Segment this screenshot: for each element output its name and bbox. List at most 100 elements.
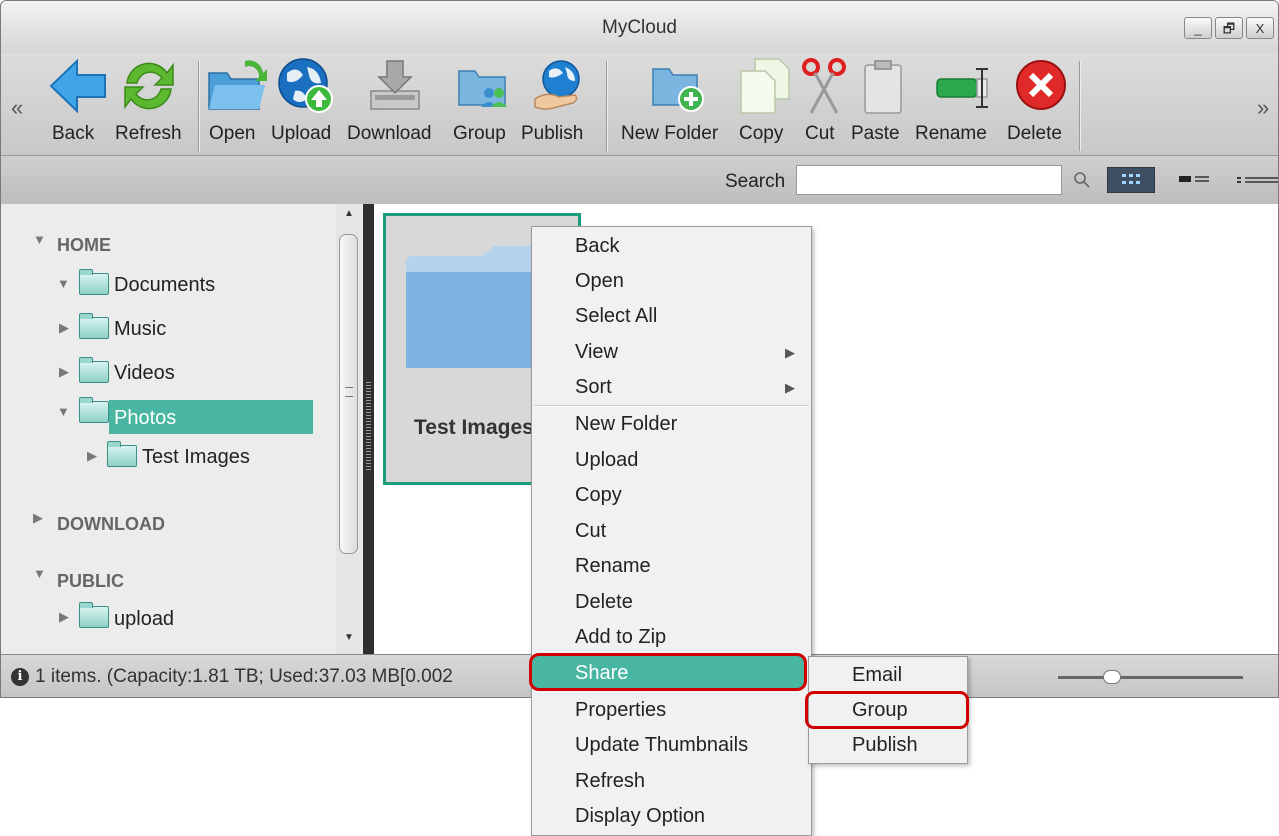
expand-triangle-icon[interactable]: ▶ xyxy=(87,448,97,464)
copy-icon xyxy=(740,58,790,114)
refresh-icon xyxy=(124,62,174,110)
search-bar: Search xyxy=(1,156,1278,205)
menu-item-new-folder[interactable]: New Folder xyxy=(575,413,677,436)
tree-item-music[interactable]: Music xyxy=(114,318,166,341)
expand-triangle-icon[interactable]: ▶ xyxy=(59,320,69,336)
menu-item-upload[interactable]: Upload xyxy=(575,449,638,472)
zoom-slider-track[interactable] xyxy=(1058,676,1243,679)
splitter-grip[interactable] xyxy=(366,382,371,472)
minimize-button[interactable]: _ xyxy=(1184,17,1212,39)
toolbar-separator xyxy=(606,61,607,151)
menu-item-display-option[interactable]: Display Option xyxy=(575,805,705,828)
toolbar: « Back Refresh Open Upload Download Grou… xyxy=(1,53,1278,156)
menu-item-delete[interactable]: Delete xyxy=(575,591,633,614)
expand-triangle-icon[interactable]: ▼ xyxy=(33,566,46,581)
menu-item-back[interactable]: Back xyxy=(575,235,619,258)
detail-view-icon[interactable] xyxy=(1173,167,1217,193)
thumbnail-label: Test Images xyxy=(414,416,534,439)
open-folder-icon xyxy=(208,60,267,110)
window-title: MyCloud xyxy=(602,17,677,38)
rename-icon xyxy=(936,68,988,108)
download-icon xyxy=(370,60,420,110)
paste-icon xyxy=(864,60,902,114)
menu-item-properties[interactable]: Properties xyxy=(575,699,666,722)
back-button[interactable]: Back xyxy=(45,53,115,155)
tree-item-documents[interactable]: Documents xyxy=(114,274,215,297)
search-icon[interactable] xyxy=(1073,171,1091,189)
tree-item-photos[interactable]: Photos xyxy=(114,407,176,430)
info-icon: i xyxy=(11,668,29,686)
tree-item-upload[interactable]: upload xyxy=(114,608,174,631)
folder-icon xyxy=(79,397,109,423)
rename-button[interactable]: Rename xyxy=(913,53,1001,155)
menu-item-view[interactable]: View xyxy=(575,341,618,364)
expand-triangle-icon[interactable]: ▶ xyxy=(59,609,69,625)
menu-item-share[interactable]: Share xyxy=(575,662,628,685)
menu-item-sort[interactable]: Sort xyxy=(575,376,612,399)
download-button[interactable]: Download xyxy=(345,53,447,155)
refresh-button[interactable]: Refresh xyxy=(115,53,189,155)
group-icon xyxy=(458,70,507,107)
toolbar-scroll-right[interactable]: » xyxy=(1257,95,1269,121)
grid-view-icon[interactable] xyxy=(1107,167,1155,193)
menu-item-refresh[interactable]: Refresh xyxy=(575,770,645,793)
delete-icon xyxy=(1016,60,1066,110)
menu-item-update-thumbnails[interactable]: Update Thumbnails xyxy=(575,734,748,757)
expand-triangle-icon[interactable]: ▶ xyxy=(59,364,69,380)
scrollbar-thumb[interactable] xyxy=(339,234,358,554)
submenu-item-email[interactable]: Email xyxy=(852,664,902,687)
publish-button[interactable]: Publish xyxy=(517,53,597,155)
submenu-item-publish[interactable]: Publish xyxy=(852,734,918,757)
paste-button[interactable]: Paste xyxy=(849,53,913,155)
tree-item-test-images[interactable]: Test Images xyxy=(142,446,250,469)
expand-triangle-icon[interactable]: ▼ xyxy=(33,232,46,247)
folder-icon xyxy=(107,441,137,467)
group-button[interactable]: Group xyxy=(453,53,517,155)
search-label: Search xyxy=(725,171,786,192)
submenu-arrow-icon: ▶ xyxy=(785,380,795,395)
menu-item-share-highlight[interactable]: Share xyxy=(529,653,807,691)
toolbar-scroll-left[interactable]: « xyxy=(11,95,23,121)
zoom-slider-knob[interactable] xyxy=(1103,670,1121,684)
folder-icon xyxy=(79,313,109,339)
publish-icon xyxy=(534,60,580,110)
sidebar-scrollbar[interactable]: ▲ ▼ xyxy=(336,204,361,654)
scroll-up-arrow-icon[interactable]: ▲ xyxy=(344,208,354,219)
tree-home[interactable]: HOME xyxy=(57,235,111,256)
scissors-icon xyxy=(802,58,846,114)
menu-item-cut[interactable]: Cut xyxy=(575,520,606,543)
folder-icon xyxy=(79,602,109,628)
expand-triangle-icon[interactable]: ▼ xyxy=(57,404,70,419)
close-button[interactable]: X xyxy=(1246,17,1274,39)
folder-icon xyxy=(79,269,109,295)
copy-button[interactable]: Copy xyxy=(735,53,795,155)
menu-item-select-all[interactable]: Select All xyxy=(575,305,657,328)
new-folder-button[interactable]: New Folder xyxy=(617,53,735,155)
list-view-icon[interactable] xyxy=(1231,167,1279,193)
open-button[interactable]: Open xyxy=(205,53,267,155)
back-arrow-icon xyxy=(49,58,106,114)
restore-button[interactable]: 🗗 xyxy=(1215,17,1243,39)
tree-item-videos[interactable]: Videos xyxy=(114,362,175,385)
delete-button[interactable]: Delete xyxy=(1001,53,1073,155)
folder-icon xyxy=(79,357,109,383)
expand-triangle-icon[interactable]: ▶ xyxy=(33,510,43,526)
window-controls: _ 🗗 X xyxy=(1184,17,1274,39)
cut-button[interactable]: Cut xyxy=(797,53,847,155)
menu-item-rename[interactable]: Rename xyxy=(575,555,651,578)
upload-globe-icon xyxy=(278,58,333,113)
new-folder-icon xyxy=(652,68,704,112)
search-input[interactable] xyxy=(796,165,1062,195)
scroll-down-arrow-icon[interactable]: ▼ xyxy=(344,632,354,643)
menu-item-open[interactable]: Open xyxy=(575,270,624,293)
tree-public[interactable]: PUBLIC xyxy=(57,571,124,592)
toolbar-separator xyxy=(198,61,199,151)
menu-item-add-to-zip[interactable]: Add to Zip xyxy=(575,626,666,649)
expand-triangle-icon[interactable]: ▼ xyxy=(57,276,70,291)
upload-button[interactable]: Upload xyxy=(267,53,345,155)
pane-splitter[interactable] xyxy=(363,204,374,654)
status-text: 1 items. (Capacity:1.81 TB; Used:37.03 M… xyxy=(35,666,453,687)
menu-item-copy[interactable]: Copy xyxy=(575,484,622,507)
submenu-arrow-icon: ▶ xyxy=(785,345,795,360)
tree-download[interactable]: DOWNLOAD xyxy=(57,514,165,535)
